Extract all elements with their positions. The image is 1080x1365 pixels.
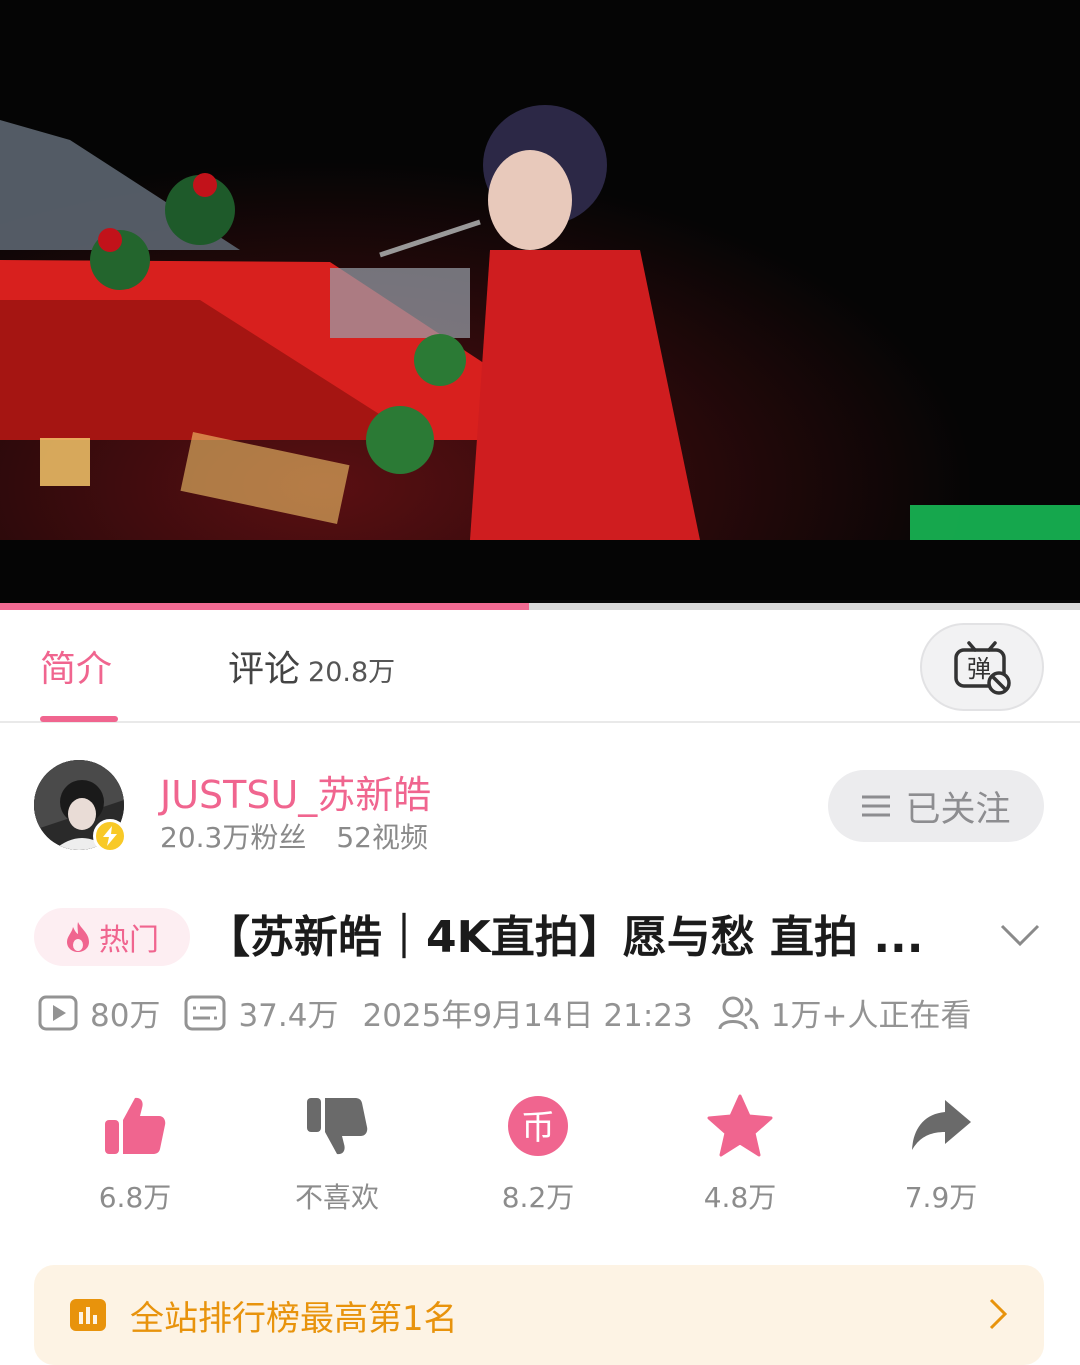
danmaku-count-value: 37.4万	[238, 998, 339, 1034]
uploader-stats: 20.3万粉丝 52视频	[160, 816, 428, 856]
live-viewers-value: 1万+人正在看	[770, 998, 972, 1034]
uploader-name[interactable]: JUSTSU_苏新皓	[160, 764, 431, 819]
like-button[interactable]: 6.8万	[35, 1090, 235, 1216]
progress-fill	[0, 603, 530, 610]
video-title: 【苏新皓｜4K直拍】愿与愁 直拍 ...	[206, 912, 924, 963]
bar-chart-icon	[70, 1299, 106, 1331]
progress-bar[interactable]	[0, 603, 1080, 610]
play-icon	[38, 995, 78, 1030]
follow-label: 已关注	[905, 789, 1011, 830]
follower-count: 20.3万粉丝	[160, 821, 307, 854]
dislike-button[interactable]: 不喜欢	[237, 1090, 437, 1216]
hot-tag[interactable]: 热门	[34, 908, 190, 966]
coin-count: 8.2万	[501, 1181, 575, 1214]
play-count-value: 80万	[90, 998, 161, 1034]
verified-badge	[93, 819, 127, 853]
tab-comments-label: 评论	[228, 649, 301, 690]
live-viewers: 1万+人正在看	[717, 990, 972, 1035]
danmaku-count: 37.4万	[184, 990, 338, 1035]
publish-datetime-value: 2025年9月14日 21:23	[362, 998, 693, 1034]
flame-icon	[67, 922, 89, 952]
thumbs-down-icon	[307, 1098, 368, 1155]
danmaku-toggle-button[interactable]: 弹	[920, 623, 1044, 711]
share-count: 7.9万	[904, 1181, 978, 1214]
share-button[interactable]: 7.9万	[841, 1090, 1041, 1216]
video-count: 52视频	[336, 821, 428, 854]
tab-intro-label: 简介	[40, 649, 113, 690]
video-meta: 80万 37.4万 2025年9月14日 21:23 1万+人正在看	[38, 990, 995, 1035]
rank-banner[interactable]: 全站排行榜最高第1名	[34, 1265, 1044, 1365]
follow-button[interactable]: 已关注	[828, 770, 1044, 842]
favorite-count: 4.8万	[703, 1181, 777, 1214]
rank-text: 全站排行榜最高第1名	[130, 1298, 458, 1339]
svg-text:弹: 弹	[967, 655, 991, 683]
danmaku-off-icon: 弹	[954, 641, 1011, 695]
tab-intro[interactable]: 简介	[40, 640, 112, 692]
danmaku-icon	[184, 995, 226, 1030]
like-count: 6.8万	[98, 1181, 172, 1214]
video-frame	[0, 0, 1080, 540]
coin-icon: 币	[508, 1096, 568, 1156]
share-icon	[912, 1100, 971, 1150]
svg-text:币: 币	[521, 1108, 555, 1148]
chevron-right-icon	[989, 1298, 1008, 1330]
chevron-down-icon[interactable]	[998, 918, 1042, 950]
dislike-label: 不喜欢	[294, 1181, 379, 1214]
coin-button[interactable]: 币 8.2万	[438, 1090, 638, 1216]
tab-bar: 简介 评论 20.8万 弹	[0, 610, 1080, 723]
viewers-icon	[718, 996, 759, 1029]
menu-icon	[862, 795, 891, 817]
action-bar: 6.8万 不喜欢 币 8.2万 4.8万 7.9万	[0, 1090, 1080, 1220]
hot-label: 热门	[99, 923, 159, 958]
favorite-button[interactable]: 4.8万	[640, 1090, 840, 1216]
thumbs-up-icon	[105, 1097, 166, 1154]
lightning-icon	[103, 826, 117, 846]
play-count: 80万	[38, 990, 160, 1035]
tab-comments[interactable]: 评论 20.8万	[228, 640, 395, 692]
publish-datetime: 2025年9月14日 21:23	[362, 990, 692, 1035]
tab-comments-count: 20.8万	[308, 657, 396, 688]
video-player[interactable]	[0, 0, 1080, 610]
tab-active-indicator	[40, 716, 118, 722]
star-icon	[707, 1094, 773, 1157]
